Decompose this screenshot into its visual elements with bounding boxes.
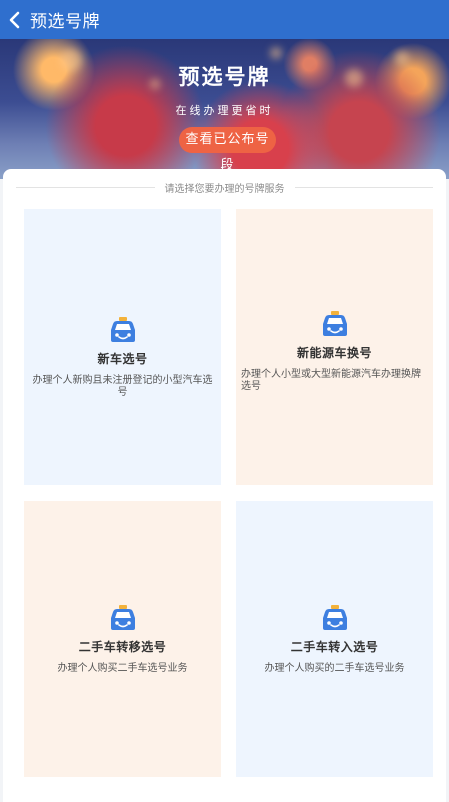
car-icon [110, 317, 135, 342]
service-card-used-car-import[interactable]: 二手车转入选号 办理个人购买的二手车选号业务 [236, 501, 433, 777]
car-icon [322, 605, 347, 630]
service-card-new-car[interactable]: 新车选号 办理个人新购且未注册登记的小型汽车选号 [24, 209, 221, 485]
card-title: 新车选号 [97, 352, 148, 366]
banner-title: 预选号牌 [178, 65, 271, 89]
page-title: 预选号牌 [30, 12, 100, 32]
divider-line-left [16, 186, 155, 188]
section-prompt: 请选择您要办理的号牌服务 [164, 183, 285, 195]
card-title: 二手车转移选号 [78, 640, 167, 654]
card-description: 办理个人购买的二手车选号业务 [264, 663, 405, 674]
service-card-used-car-transfer[interactable]: 二手车转移选号 办理个人购买二手车选号业务 [24, 501, 221, 777]
hero-banner: 预选号牌 在线办理更省时 查看已公布号段 [0, 39, 449, 179]
service-card-new-energy[interactable]: 新能源车换号 办理个人小型或大型新能源汽车办理换牌选号 [236, 209, 433, 485]
car-icon [110, 605, 135, 630]
back-button[interactable] [0, 0, 30, 39]
section-divider: 请选择您要办理的号牌服务 [16, 180, 433, 195]
chevron-left-icon [9, 11, 20, 28]
card-description: 办理个人小型或大型新能源汽车办理换牌选号 [241, 369, 421, 392]
car-icon [322, 311, 347, 336]
banner-subtitle: 在线办理更省时 [175, 104, 274, 117]
card-description: 办理个人新购且未注册登记的小型汽车选号 [32, 375, 213, 398]
card-title: 新能源车换号 [296, 346, 372, 360]
app-header: 预选号牌 [0, 0, 449, 39]
view-published-segments-button[interactable]: 查看已公布号段 [179, 127, 276, 173]
divider-line-right [294, 186, 433, 188]
service-panel: 请选择您要办理的号牌服务 新车选号 办理个人新购且未注册登记的小型汽车选号 新能… [3, 169, 446, 802]
card-description: 办理个人购买二手车选号业务 [57, 663, 188, 674]
card-title: 二手车转入选号 [290, 640, 379, 654]
